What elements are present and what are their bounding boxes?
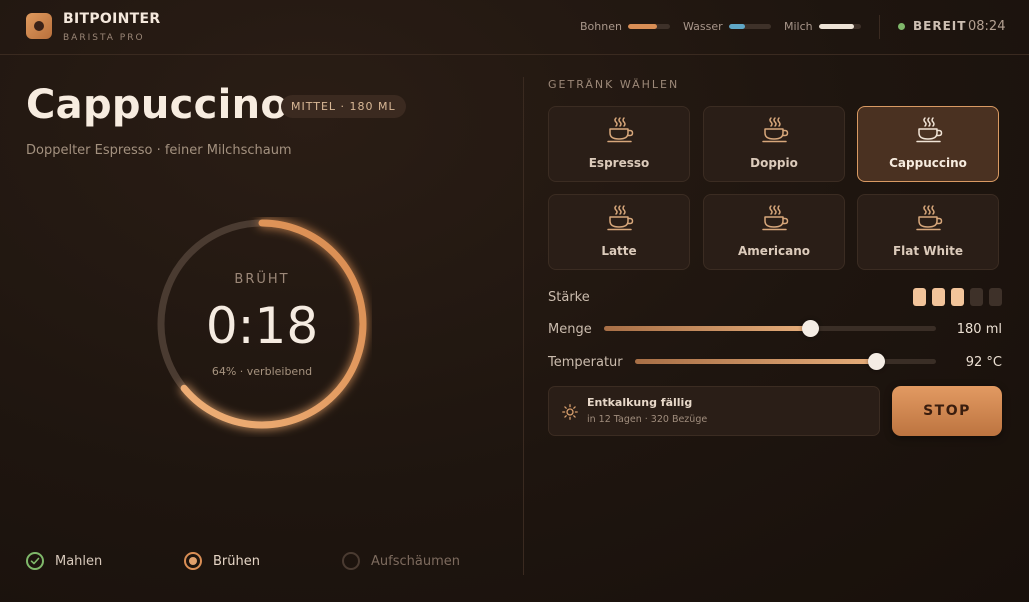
stop-button[interactable]: STOP: [892, 386, 1002, 436]
brand-subtitle: BARISTA PRO: [63, 33, 145, 43]
drink-option-label: Americano: [738, 244, 810, 258]
drink-option-label: Latte: [601, 244, 637, 258]
coffee-cup-icon: [760, 203, 790, 233]
strength-label: Stärke: [548, 290, 590, 305]
brew-remaining: 64% · verbleibend: [211, 365, 313, 378]
header-divider: [879, 15, 880, 39]
coffee-cup-icon: [605, 203, 635, 233]
check-icon: [26, 552, 44, 570]
drink-option-espresso[interactable]: Espresso: [548, 106, 690, 182]
temperature-slider[interactable]: [635, 353, 936, 370]
step-label: Brühen: [213, 553, 260, 569]
drink-subtitle: Doppelter Espresso · feiner Milchschaum: [26, 143, 292, 158]
level-water: Wasser: [683, 20, 771, 33]
notice-detail: in 12 Tagen · 320 Bezüge: [587, 414, 708, 425]
drink-option-label: Doppio: [750, 156, 798, 170]
coffee-cup-icon: [914, 203, 944, 233]
coffee-cup-icon: [760, 115, 790, 145]
strength-pip[interactable]: [913, 288, 926, 306]
step-froth: Aufschäumen: [342, 552, 460, 570]
step-label: Mahlen: [55, 553, 103, 569]
size-badge: MITTEL · 180 ML: [281, 95, 406, 118]
logo-icon: [26, 13, 52, 39]
drink-option-cappuccino[interactable]: Cappuccino: [857, 106, 999, 182]
amount-slider[interactable]: [604, 320, 936, 337]
status-dot-icon: [898, 23, 905, 30]
drink-option-label: Cappuccino: [889, 156, 967, 170]
level-label: Milch: [784, 20, 813, 33]
level-bar: [818, 24, 861, 29]
slider-knob[interactable]: [801, 320, 819, 337]
drink-option-label: Flat White: [892, 244, 964, 258]
amount-label: Menge: [548, 322, 592, 337]
slider-knob[interactable]: [867, 353, 885, 370]
step-label: Aufschäumen: [371, 553, 460, 569]
pending-step-icon: [342, 552, 360, 570]
level-bar: [627, 24, 670, 29]
coffee-cup-icon: [605, 115, 635, 145]
descaling-notice: Entkalkung fällig in 12 Tagen · 320 Bezü…: [548, 386, 880, 436]
panel-divider: [523, 77, 524, 575]
strength-pip[interactable]: [932, 288, 945, 306]
slider-fill: [635, 359, 876, 364]
clock: 08:24: [968, 19, 1006, 34]
level-milk: Milch: [784, 20, 861, 33]
notice-title: Entkalkung fällig: [587, 396, 693, 409]
drink-option-latte[interactable]: Latte: [548, 194, 690, 270]
slider-fill: [604, 326, 810, 331]
level-bar: [728, 24, 771, 29]
level-label: Bohnen: [580, 20, 622, 33]
temperature-label: Temperatur: [548, 355, 623, 370]
strength-pip[interactable]: [970, 288, 983, 306]
step-brew: Brühen: [184, 552, 260, 570]
drink-option-americano[interactable]: Americano: [703, 194, 845, 270]
step-grind: Mahlen: [26, 552, 102, 570]
strength-pip[interactable]: [989, 288, 1002, 306]
drink-title: Cappuccino: [26, 82, 289, 128]
temperature-value: 92 °C: [965, 355, 1002, 370]
active-step-icon: [184, 552, 202, 570]
header: BITPOINTER BARISTA PRO Bohnen Wasser Mil…: [0, 0, 1029, 55]
amount-value: 180 ml: [956, 322, 1002, 337]
brew-timer: 0:18: [205, 297, 319, 355]
coffee-machine-app: BITPOINTER BARISTA PRO Bohnen Wasser Mil…: [0, 0, 1029, 602]
sun-icon: [562, 404, 578, 420]
level-label: Wasser: [683, 20, 723, 33]
drink-option-label: Espresso: [588, 156, 650, 170]
brew-progress-ring: BRÜHT 0:18 64% · verbleibend: [152, 217, 372, 437]
strength-pip[interactable]: [951, 288, 964, 306]
coffee-cup-icon: [914, 115, 944, 145]
drink-option-flat-white[interactable]: Flat White: [857, 194, 999, 270]
drink-option-doppio[interactable]: Doppio: [703, 106, 845, 182]
drink-section-title: GETRÄNK WÄHLEN: [548, 78, 680, 91]
brew-state-label: BRÜHT: [234, 272, 290, 287]
status-text: BEREIT: [913, 19, 967, 33]
brand-name: BITPOINTER: [63, 11, 161, 27]
level-beans: Bohnen: [580, 20, 670, 33]
